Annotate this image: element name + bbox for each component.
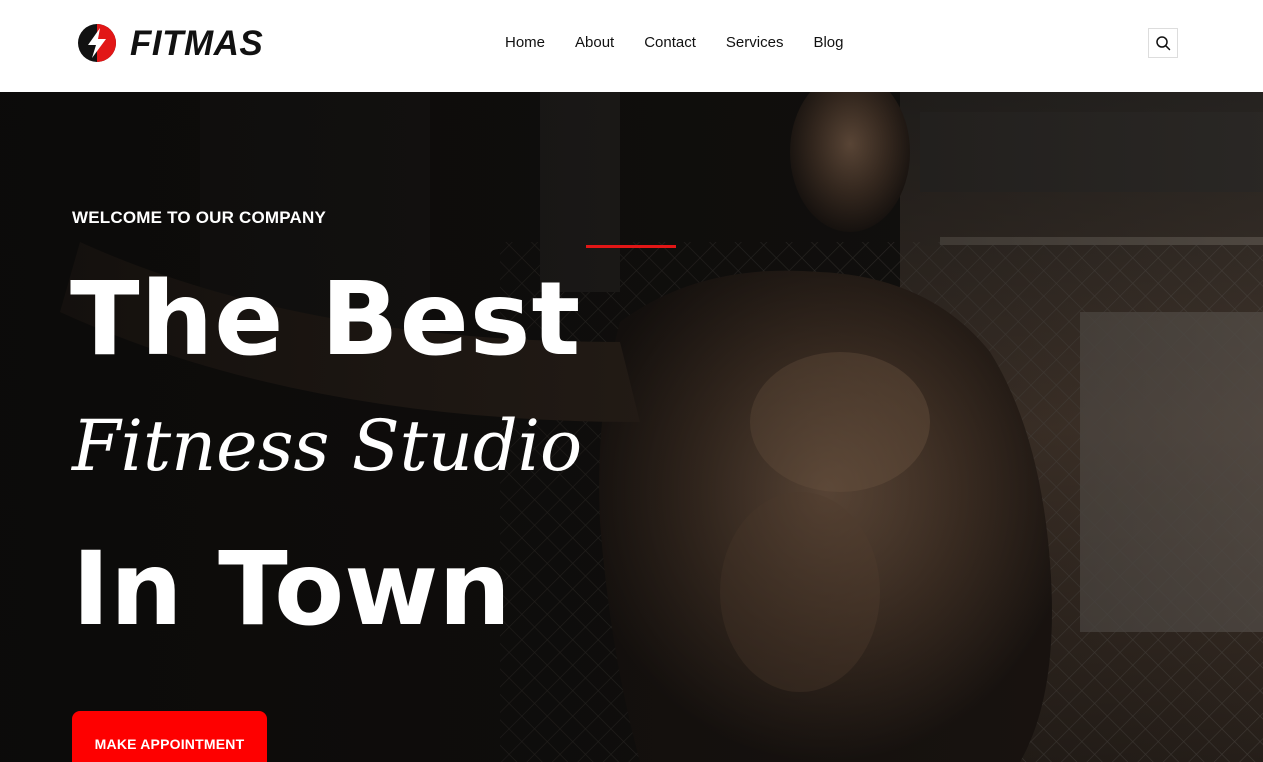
nav-item-services[interactable]: Services <box>711 30 799 55</box>
main-nav: Home About Contact Services Blog <box>490 30 858 55</box>
search-button[interactable] <box>1148 28 1178 58</box>
hero-eyebrow: WELCOME TO OUR COMPANY <box>72 208 327 227</box>
lightning-logo-icon <box>78 24 116 62</box>
nav-item-blog[interactable]: Blog <box>798 30 858 55</box>
make-appointment-button[interactable]: MAKE APPOINTMENT <box>72 711 267 762</box>
search-icon <box>1156 36 1171 51</box>
brand-name: FITMAS <box>130 23 264 63</box>
nav-item-about[interactable]: About <box>560 30 629 55</box>
hero-title-line2: Fitness Studio <box>72 405 583 487</box>
hero-section: WELCOME TO OUR COMPANY The Best Fitness … <box>0 92 1263 762</box>
nav-item-contact[interactable]: Contact <box>629 30 711 55</box>
site-header: FITMAS Home About Contact Services Blog <box>0 0 1263 92</box>
nav-item-home[interactable]: Home <box>490 30 560 55</box>
accent-divider <box>586 245 676 248</box>
hero-title-line3: In Town <box>72 530 512 649</box>
site-logo[interactable]: FITMAS <box>76 22 263 64</box>
hero-title-line1: The Best <box>70 260 582 379</box>
